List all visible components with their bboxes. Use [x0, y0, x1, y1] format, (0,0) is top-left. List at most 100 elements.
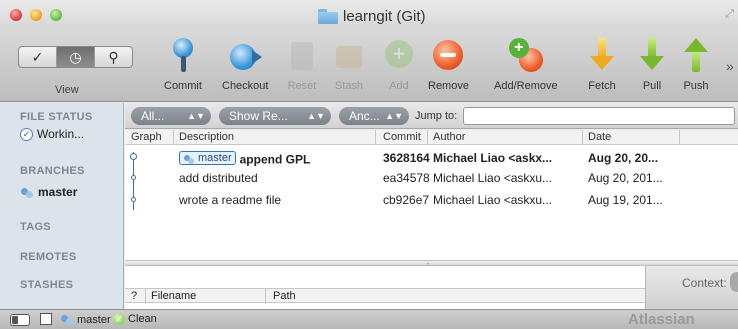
current-branch-label: master	[77, 313, 111, 326]
sidebar-item-working-copy-label: Workin...	[37, 127, 85, 141]
sidebar-heading-stashes[interactable]: STASHES	[20, 279, 73, 291]
checkout-button[interactable]: Checkout	[222, 38, 268, 92]
branch-badge-label: master	[198, 152, 232, 164]
sort-order-value: Anc...	[349, 109, 380, 123]
commit-date: Aug 20, 20...	[588, 151, 659, 165]
close-window-button[interactable]	[10, 9, 22, 21]
sidebar-item-master[interactable]: master	[20, 185, 77, 199]
clean-check-icon: ✓	[113, 313, 125, 325]
column-header-path[interactable]: Path	[273, 290, 296, 302]
add-icon	[382, 38, 416, 74]
show-remote-branches-value: Show Re...	[229, 109, 288, 123]
dropdown-arrows-icon: ▲▼	[307, 111, 325, 121]
commit-graph-node	[131, 175, 136, 180]
fullscreen-icon[interactable]: ⤢	[725, 8, 734, 21]
column-header-date[interactable]: Date	[588, 131, 611, 143]
commit-row[interactable]: master append GPL 3628164 Michael Liao <a…	[125, 148, 738, 167]
sidebar-heading-file-status[interactable]: FILE STATUS	[20, 111, 93, 123]
toolbar: ✓ ◷ ⚲ View Commit Checkout Reset Stash A…	[0, 30, 738, 102]
commit-button[interactable]: Commit	[164, 38, 202, 92]
reset-button[interactable]: Reset	[285, 38, 319, 92]
edit-icon[interactable]	[40, 313, 52, 325]
column-header-commit[interactable]: Commit	[383, 131, 421, 143]
filter-bar: All... ▲▼ Show Re... ▲▼ Anc... ▲▼ Jump to:	[125, 103, 738, 129]
sidebar-heading-remotes[interactable]: REMOTES	[20, 251, 77, 263]
current-branch-indicator: master	[60, 313, 111, 326]
commit-graph-node	[131, 197, 136, 202]
commit-label: Commit	[164, 80, 202, 92]
title-bar: learngit (Git) ⤢	[0, 0, 738, 30]
working-copy-status-label: Clean	[128, 313, 157, 325]
sidebar-item-working-copy[interactable]: ✓ Workin...	[20, 127, 84, 141]
view-file-status-segment[interactable]: ✓	[19, 47, 57, 67]
reset-label: Reset	[287, 80, 317, 92]
stash-icon	[332, 38, 366, 74]
atlassian-logo: Atlassian	[628, 311, 695, 328]
commit-author: Michael Liao <askxu...	[433, 193, 553, 207]
view-label: View	[55, 84, 79, 96]
commit-date: Aug 19, 201...	[588, 193, 663, 207]
zoom-window-button[interactable]	[50, 9, 62, 21]
toolbar-overflow-icon[interactable]: »	[726, 58, 734, 74]
sidebar-heading-tags[interactable]: TAGS	[20, 221, 51, 233]
minimize-window-button[interactable]	[30, 9, 42, 21]
sort-order-dropdown[interactable]: Anc... ▲▼	[339, 107, 409, 125]
commit-date: Aug 20, 201...	[588, 171, 663, 185]
view-log-history-segment[interactable]: ◷	[57, 47, 95, 67]
add-remove-button[interactable]: Add/Remove	[494, 38, 558, 92]
column-header-status[interactable]: ?	[131, 290, 137, 302]
sourcetree-window: learngit (Git) ⤢ ✓ ◷ ⚲ View Commit Check…	[0, 0, 738, 329]
reset-icon	[285, 38, 319, 74]
context-control: Context:	[645, 266, 738, 309]
fetch-label: Fetch	[588, 80, 616, 92]
commit-graph-node	[130, 153, 137, 160]
commit-hash: ea34578	[383, 171, 430, 185]
commit-description: master append GPL	[179, 151, 310, 167]
stash-label: Stash	[334, 80, 364, 92]
pull-button[interactable]: Pull	[635, 38, 669, 92]
push-label: Push	[683, 80, 709, 92]
jump-to-label: Jump to:	[415, 110, 458, 122]
remove-button[interactable]: Remove	[428, 38, 469, 92]
branch-icon	[20, 186, 34, 199]
window-title: learngit (Git)	[343, 7, 426, 25]
sidebar: FILE STATUS ✓ Workin... BRANCHES master …	[0, 103, 124, 309]
add-label: Add	[389, 80, 409, 92]
add-remove-icon	[508, 38, 543, 74]
jump-to-input[interactable]	[463, 107, 735, 125]
commit-icon	[166, 38, 200, 74]
toggle-sidebar-icon[interactable]	[10, 314, 30, 326]
column-header-description[interactable]: Description	[179, 131, 234, 143]
sidebar-heading-branches[interactable]: BRANCHES	[20, 165, 85, 177]
column-header-author[interactable]: Author	[433, 131, 465, 143]
column-header-graph[interactable]: Graph	[131, 131, 162, 143]
commit-description-text: append GPL	[239, 152, 311, 167]
remove-label: Remove	[428, 80, 469, 92]
context-label: Context:	[682, 276, 727, 290]
view-search-segment[interactable]: ⚲	[95, 47, 132, 67]
context-stepper[interactable]	[730, 272, 738, 292]
push-icon	[679, 38, 713, 74]
sidebar-item-master-label: master	[38, 185, 78, 199]
checkout-icon	[228, 38, 263, 74]
stash-button[interactable]: Stash	[332, 38, 366, 92]
working-copy-status: ✓ Clean	[113, 313, 157, 325]
commit-history-table: Graph Description Commit Author Date mas…	[125, 130, 738, 260]
commit-description: add distributed	[179, 171, 258, 185]
view-segmented-control: ✓ ◷ ⚲	[18, 46, 133, 68]
commit-hash: cb926e7	[383, 193, 430, 207]
checkout-label: Checkout	[222, 80, 269, 92]
push-button[interactable]: Push	[679, 38, 713, 92]
commit-row[interactable]: add distributed ea34578 Michael Liao <as…	[125, 168, 738, 187]
branch-badge[interactable]: master	[179, 151, 236, 165]
commit-author: Michael Liao <askx...	[433, 151, 553, 165]
commit-row[interactable]: wrote a readme file cb926e7 Michael Liao…	[125, 190, 738, 209]
show-remote-branches-dropdown[interactable]: Show Re... ▲▼	[219, 107, 331, 125]
branch-filter-value: All...	[141, 109, 165, 123]
commit-table-header: Graph Description Commit Author Date	[125, 130, 738, 145]
add-button[interactable]: Add	[382, 38, 416, 92]
branch-filter-dropdown[interactable]: All... ▲▼	[131, 107, 211, 125]
column-header-filename[interactable]: Filename	[151, 290, 196, 302]
file-pane: ? Filename Path Context:	[125, 266, 738, 309]
fetch-button[interactable]: Fetch	[585, 38, 619, 92]
